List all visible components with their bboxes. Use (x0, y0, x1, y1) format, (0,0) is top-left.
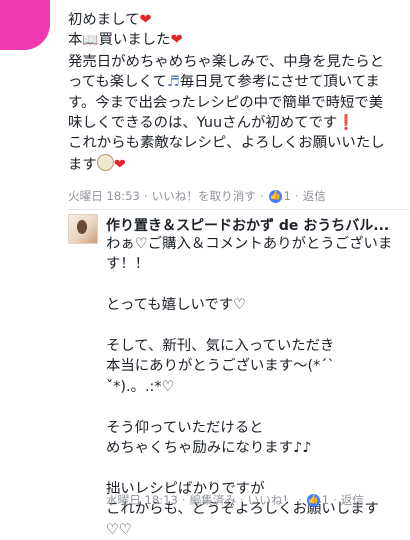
like-icon[interactable]: 👍 (306, 493, 320, 507)
like-link[interactable]: いいね！ (248, 492, 294, 508)
comment-text-line: す。今まで出会ったレシピの中で簡単で時短で美 (68, 94, 384, 111)
reply-link[interactable]: 返信 (303, 188, 326, 204)
commenter-avatar[interactable] (0, 0, 50, 50)
unlike-link[interactable]: いいね！を取り消す (152, 188, 256, 204)
comment-text-segment: 味しくできるのは、Yuuさんが初めてです (68, 115, 338, 132)
dog-face-icon (96, 153, 114, 171)
reply-meta: 水曜日 18:13 · 編集済み · いいね！ · 👍 1 · 返信 (106, 492, 364, 508)
comment-meta: 火曜日 18:53 · いいね！を取り消す · 👍 1 · 返信 (68, 188, 326, 204)
meta-separator: · (333, 493, 337, 507)
meta-separator: · (239, 493, 244, 507)
reply-link[interactable]: 返信 (341, 492, 364, 508)
reply-divider (68, 209, 410, 210)
meta-separator: · (295, 189, 299, 203)
meta-separator: · (259, 189, 264, 203)
meta-separator: · (181, 493, 186, 507)
meta-separator: · (143, 189, 148, 203)
comment-text-segment: 毎日見て参考にさせて頂いてま (179, 74, 380, 91)
comment-text-line: 発売日がめちゃめちゃ楽しみで、中身を見たらと (68, 53, 385, 70)
comment-body: 初めまして❤ 本📖買いました❤ 発売日がめちゃめちゃ楽しみで、中身を見たらと っ… (68, 10, 406, 175)
heart-icon: ❤ (139, 12, 152, 28)
meta-separator: · (298, 493, 302, 507)
like-count[interactable]: 1 (322, 493, 329, 507)
heart-icon: ❤ (170, 32, 183, 49)
comment-text-segment: ます (68, 156, 97, 173)
comment-greeting: 初めまして (68, 12, 140, 28)
like-icon[interactable]: 👍 (268, 189, 282, 203)
exclamation-icon: ❗ (337, 115, 356, 132)
edited-label[interactable]: 編集済み (190, 492, 236, 508)
heart-icon: ❤ (113, 156, 126, 173)
reply-author-avatar[interactable] (68, 214, 98, 244)
comment-timestamp[interactable]: 火曜日 18:53 (68, 188, 140, 204)
reply-timestamp[interactable]: 水曜日 18:13 (106, 492, 178, 508)
comment-text-segment: 本 (68, 32, 83, 49)
reply-author-name[interactable]: 作り置き＆スピードおかず de おうちバル... (106, 215, 406, 235)
comment-text-segment: 買いました (98, 32, 171, 49)
book-icon: 📖 (82, 33, 99, 49)
music-note-icon: ♬ (166, 74, 180, 91)
like-count[interactable]: 1 (284, 189, 291, 203)
comment-text-segment: っても楽しくて (68, 74, 167, 91)
comment-text-line: これからも素敵なレシピ、よろしくお願いいたし (68, 135, 385, 152)
